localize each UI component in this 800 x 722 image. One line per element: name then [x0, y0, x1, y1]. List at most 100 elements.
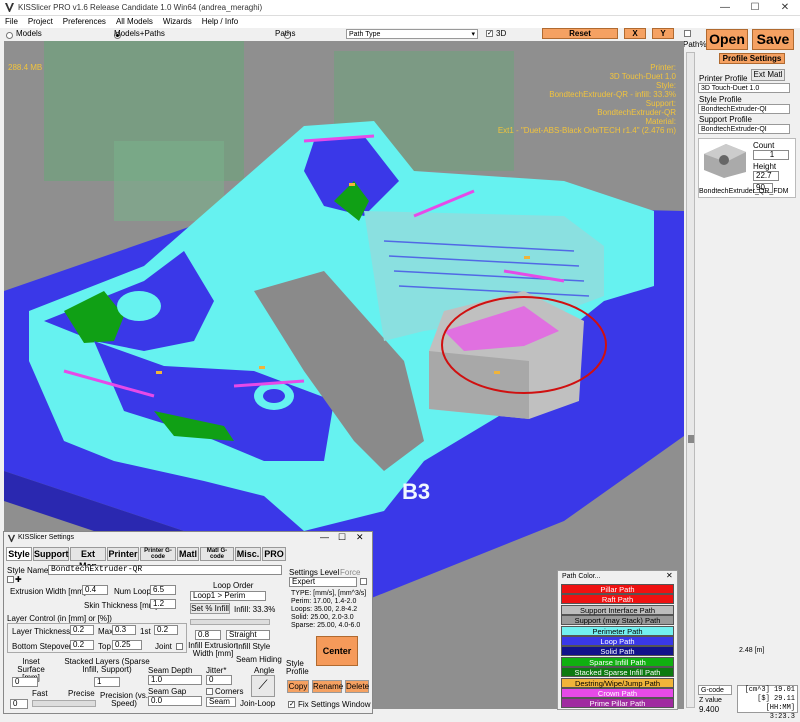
menu-bar: File Project Preferences All Models Wizards H…: [0, 16, 800, 28]
path-color-item[interactable]: Perimeter Path: [561, 625, 674, 636]
y-button[interactable]: Y: [652, 28, 674, 39]
style-profile-select[interactable]: BondtechExtruder-QI: [698, 104, 790, 114]
menu-help[interactable]: Help / Info: [197, 16, 243, 28]
copy-button[interactable]: Copy: [287, 680, 309, 693]
right-panel: Profile Settings Printer Profile Ext Mat…: [697, 52, 800, 721]
num-loops-input[interactable]: 6.5: [150, 585, 176, 595]
num-loops-label: Num Loops: [114, 587, 155, 596]
model-card[interactable]: Count 1 Height 22.7 90 BondtechExtruder_…: [698, 138, 796, 198]
print-stats: [cm^3] 19.01 [$] 29.11 [HH:MM] 3:23.3: [737, 685, 798, 721]
tab-printer[interactable]: Printer: [107, 547, 139, 561]
max-input[interactable]: 0.3: [112, 625, 136, 635]
path-pct-checkbox[interactable]: [684, 30, 691, 37]
minimize-icon[interactable]: —: [710, 1, 740, 15]
x-button[interactable]: X: [624, 28, 646, 39]
layer-thickness-label: Layer Thickness: [12, 627, 71, 636]
path-color-item[interactable]: Prime Pillar Path: [561, 698, 674, 709]
menu-project[interactable]: Project: [23, 16, 58, 28]
path-color-item[interactable]: Support (may Stack) Path: [561, 615, 674, 626]
seam-select[interactable]: Seam: [206, 697, 236, 707]
gcode-select[interactable]: G-code: [698, 685, 732, 695]
profile-settings-button[interactable]: Profile Settings: [719, 53, 785, 64]
tab-style[interactable]: Style: [6, 547, 32, 561]
seam-gap-input[interactable]: 0.0: [148, 696, 202, 706]
count-input[interactable]: 1: [753, 150, 789, 160]
path-color-item[interactable]: Support Interface Path: [561, 604, 674, 615]
models-radio[interactable]: [6, 32, 13, 40]
path-slider[interactable]: [686, 52, 695, 708]
top-label: Top: [98, 642, 111, 651]
style-checkbox[interactable]: [7, 576, 14, 583]
infill-width-input[interactable]: 0.8: [195, 630, 221, 640]
3d-checkbox[interactable]: ✓: [486, 30, 493, 37]
jitter-input[interactable]: 0: [206, 675, 232, 685]
support-profile-select[interactable]: BondtechExtruder-QI: [698, 124, 790, 134]
tab-printer-gcode[interactable]: Printer G-code: [140, 547, 176, 561]
open-button[interactable]: Open: [706, 29, 748, 50]
window-title: KISSlicer PRO v1.6 Release Candidate 1.0…: [18, 3, 263, 12]
infill-style-label: Infill Style: [236, 642, 271, 651]
model-name: BondtechExtruder_QR_FDM: [699, 188, 789, 195]
minimize-icon[interactable]: —: [320, 532, 329, 542]
precision-slider[interactable]: [32, 700, 96, 707]
path-color-item[interactable]: Loop Path: [561, 636, 674, 646]
corners-checkbox[interactable]: [206, 688, 213, 695]
skin-thickness-input[interactable]: 1.2: [150, 599, 176, 609]
path-color-item[interactable]: Sparse Infill Path: [561, 656, 674, 667]
path-color-item[interactable]: Stacked Sparse Infill Path: [561, 667, 674, 678]
menu-file[interactable]: File: [0, 16, 23, 28]
extrusion-width-input[interactable]: 0.4: [82, 585, 108, 595]
save-button[interactable]: Save: [752, 29, 794, 50]
infill-style-select[interactable]: Straight: [226, 630, 270, 640]
loop-order-select[interactable]: Loop1 > Perim: [190, 591, 266, 601]
path-color-item[interactable]: Pillar Path: [561, 584, 674, 594]
tab-matl-gcode[interactable]: Matl G-code: [200, 547, 234, 561]
tab-ext-map[interactable]: Ext Map: [70, 547, 106, 571]
inset-input[interactable]: 0: [12, 677, 38, 687]
delete-button[interactable]: Delete: [345, 680, 369, 693]
rename-button[interactable]: Rename: [312, 680, 343, 693]
close-icon[interactable]: ✕: [356, 532, 364, 543]
memory-readout: 288.4 MB: [8, 63, 43, 72]
path-type-select[interactable]: Path Type ▾: [346, 29, 478, 39]
add-icon[interactable]: ✚: [15, 575, 22, 584]
height-input[interactable]: 22.7: [753, 171, 779, 181]
tab-misc[interactable]: Misc.: [235, 547, 261, 561]
speed-line: Sparse: 25.00, 4.0-6.0: [291, 622, 361, 629]
speed-line: TYPE: [mm/s], [mm^3/s]: [291, 590, 367, 597]
menu-all-models[interactable]: All Models: [111, 16, 158, 28]
maximize-icon[interactable]: ☐: [740, 1, 770, 15]
tab-pro[interactable]: PRO: [262, 547, 286, 561]
infill-slider[interactable]: [190, 619, 270, 625]
tab-support[interactable]: Support: [33, 547, 69, 561]
seam-angle-icon[interactable]: ⟋: [251, 675, 275, 697]
layer-thickness-input[interactable]: 0.2: [70, 625, 94, 635]
maximize-icon[interactable]: ☐: [338, 532, 346, 543]
bottom-stepover-input[interactable]: 0.2: [70, 640, 94, 650]
printer-profile-select[interactable]: 3D Touch-Duet 1.0: [698, 83, 790, 93]
viewport-info: Printer: 3D Touch-Duet 1.0 Style: Bondte…: [376, 63, 676, 135]
settings-level-select[interactable]: Expert: [289, 577, 357, 587]
seam-depth-input[interactable]: 1.0: [148, 675, 202, 685]
menu-wizards[interactable]: Wizards: [158, 16, 197, 28]
fix-window-checkbox[interactable]: ✓: [288, 701, 295, 708]
ext-matl-button[interactable]: Ext Matl: [751, 69, 785, 81]
force-checkbox[interactable]: [360, 578, 367, 585]
center-button[interactable]: Center: [316, 636, 358, 666]
tab-matl[interactable]: Matl: [177, 547, 199, 561]
path-color-item[interactable]: Raft Path: [561, 594, 674, 605]
stacked-layers-input[interactable]: 1: [94, 677, 120, 687]
path-color-item[interactable]: Destring/Wipe/Jump Path: [561, 677, 674, 688]
joint-checkbox[interactable]: [176, 643, 183, 650]
path-color-item[interactable]: Solid Path: [561, 646, 674, 657]
slider-thumb[interactable]: [688, 435, 694, 443]
style-name-select[interactable]: BondtechExtruder-QR: [48, 565, 282, 575]
set-pct-infill-button[interactable]: Set % Infill: [190, 603, 230, 614]
menu-preferences[interactable]: Preferences: [58, 16, 111, 28]
path-color-item[interactable]: Crown Path: [561, 688, 674, 698]
top-input[interactable]: 0.25: [112, 640, 142, 650]
close-icon[interactable]: ✕: [666, 571, 673, 580]
reset-button[interactable]: Reset: [542, 28, 618, 39]
close-icon[interactable]: ✕: [770, 1, 800, 15]
first-input[interactable]: 0.2: [154, 625, 178, 635]
